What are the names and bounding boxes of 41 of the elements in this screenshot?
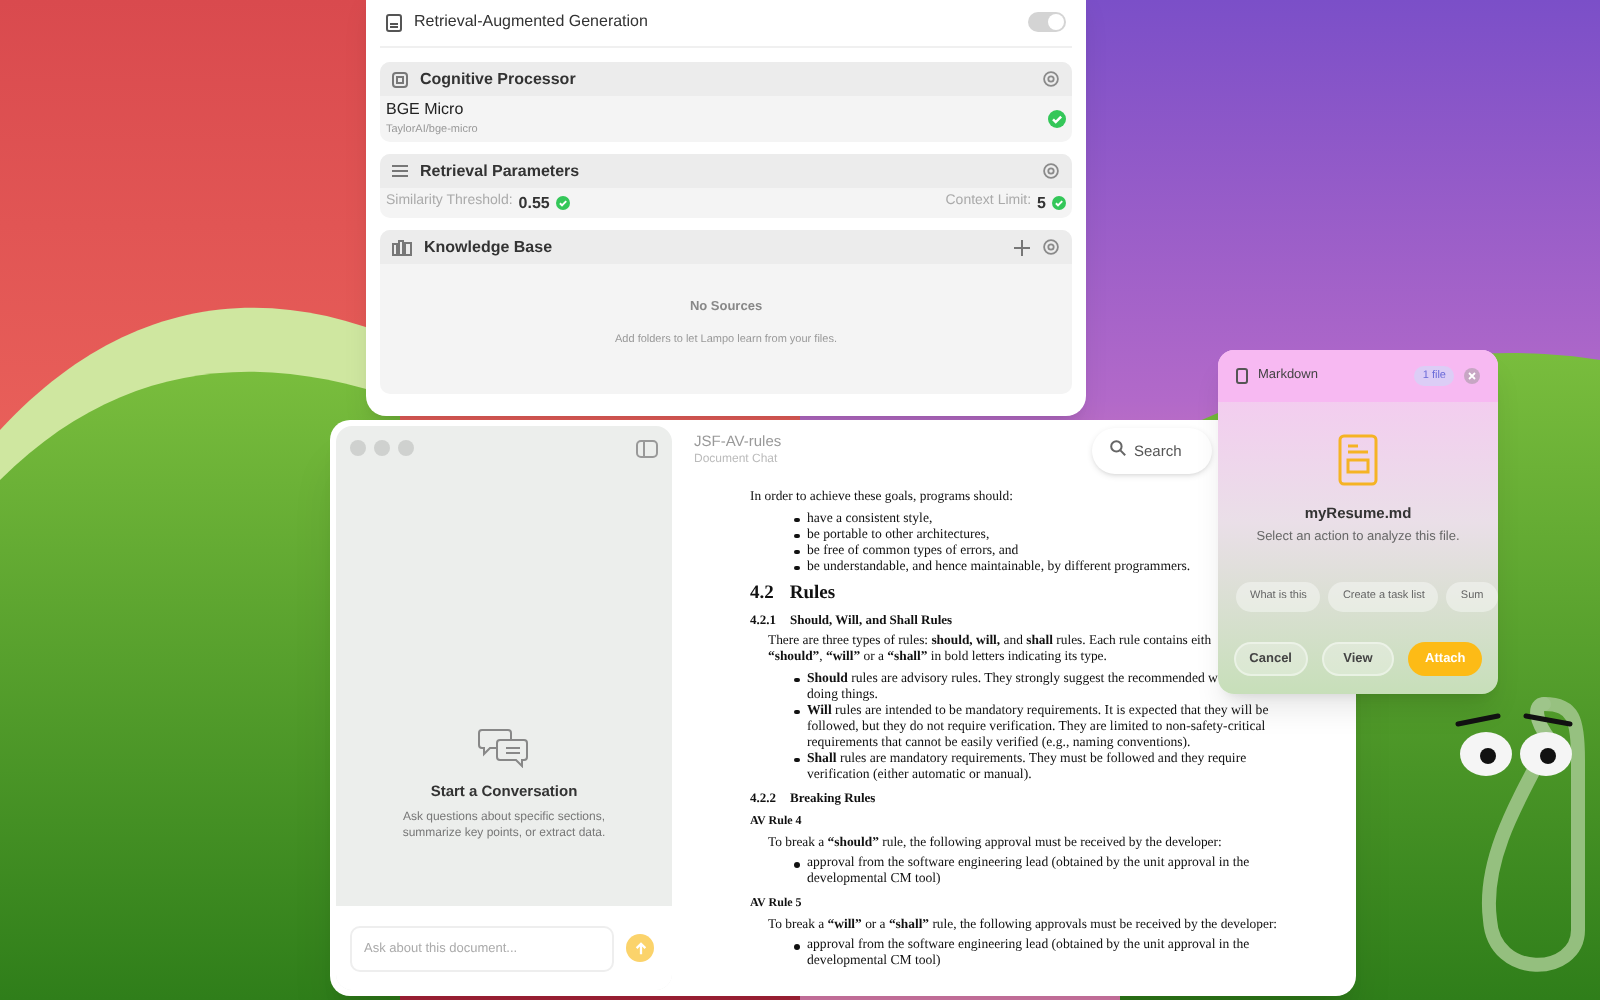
parameter-value: 0.55: [518, 191, 550, 215]
parameter-value: 5: [1037, 191, 1046, 215]
bullet-icon: [794, 677, 799, 683]
bullet-icon: [794, 533, 799, 539]
bullet-icon: [794, 862, 799, 868]
close-icon: [1468, 372, 1476, 380]
toggle-switch[interactable]: [1028, 12, 1066, 32]
bullet-icon: [794, 549, 799, 555]
check-icon: [555, 196, 570, 210]
bullet-icon: [794, 709, 799, 715]
document-icon: [1236, 368, 1248, 384]
minimize-button[interactable]: [374, 440, 390, 456]
rag-label: Retrieval-Augmented Generation: [414, 10, 648, 34]
section-title: Cognitive Processor: [420, 67, 576, 91]
search-icon: [1110, 440, 1126, 456]
books-icon: [392, 239, 412, 255]
section-title: Retrieval Parameters: [420, 159, 580, 183]
close-button[interactable]: [1464, 368, 1480, 384]
bullet-icon: [794, 565, 799, 571]
settings-icon[interactable]: [1042, 162, 1060, 180]
settings-icon[interactable]: [1042, 238, 1060, 256]
bullet-icon: [794, 517, 799, 523]
bullet-icon: [794, 944, 799, 950]
bullet-icon: [794, 757, 799, 763]
sidebar-toggle-icon[interactable]: [636, 439, 658, 457]
check-icon: [1048, 110, 1066, 128]
close-button[interactable]: [350, 440, 366, 456]
settings-icon[interactable]: [1042, 70, 1060, 88]
chip-icon: [392, 71, 408, 87]
document-icon: [386, 13, 402, 31]
file-icon: [1338, 434, 1378, 486]
sliders-icon: [392, 164, 408, 178]
add-icon[interactable]: [1014, 239, 1030, 255]
arrow-up-icon: [633, 941, 647, 955]
send-button[interactable]: [626, 934, 654, 962]
zoom-button[interactable]: [398, 440, 414, 456]
section-heading: 4.2 Rules: [750, 584, 836, 607]
chat-bubbles-icon: [478, 727, 530, 768]
section-title: Knowledge Base: [424, 235, 553, 259]
check-icon: [1052, 196, 1066, 210]
model-name: BGE Micro: [386, 98, 466, 123]
